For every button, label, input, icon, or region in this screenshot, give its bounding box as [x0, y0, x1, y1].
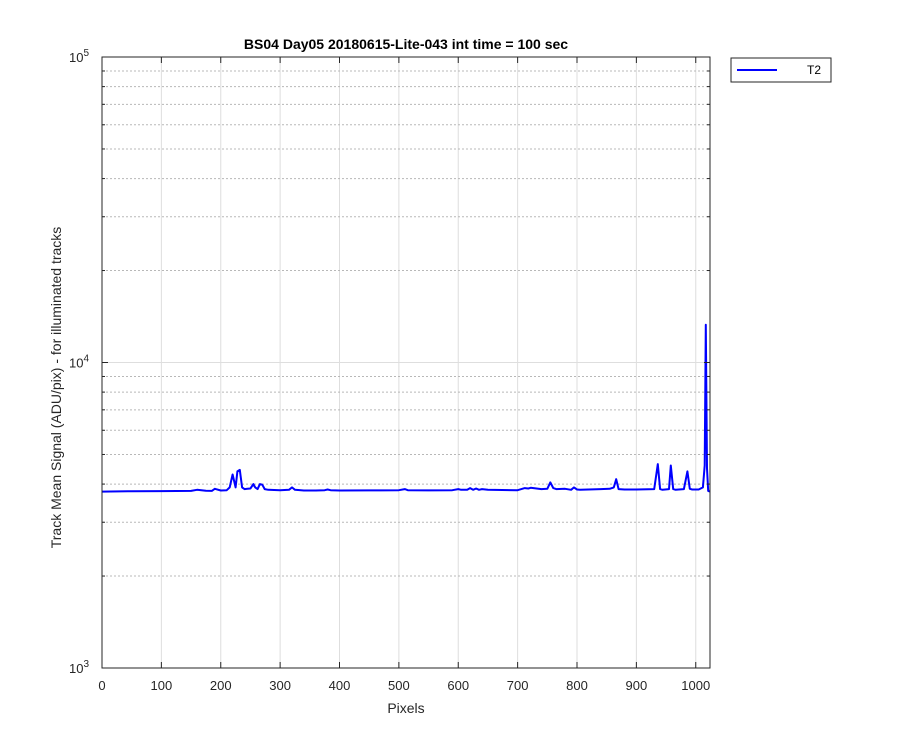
x-tick-label: 700	[507, 678, 529, 693]
x-tick-label: 400	[329, 678, 351, 693]
x-tick-label: 1000	[681, 678, 710, 693]
x-tick-label: 900	[626, 678, 648, 693]
x-tick-label: 500	[388, 678, 410, 693]
x-tick-label: 100	[151, 678, 173, 693]
y-axis-title: Track Mean Signal (ADU/pix) - for illumi…	[48, 227, 64, 549]
x-tick-label: 0	[98, 678, 105, 693]
legend-label-T2: T2	[807, 63, 821, 77]
x-axis-title: Pixels	[387, 700, 424, 716]
x-tick-label: 800	[566, 678, 588, 693]
legend: T2	[730, 57, 832, 83]
x-tick-label: 200	[210, 678, 232, 693]
line-chart: 0 100 200 300 400 500 600 700 800 900 1000 1031041…	[0, 0, 900, 750]
chart-title: BS04 Day05 20180615-Lite-043 int time = …	[244, 36, 568, 52]
x-tick-label: 300	[269, 678, 291, 693]
x-tick-label: 600	[447, 678, 469, 693]
